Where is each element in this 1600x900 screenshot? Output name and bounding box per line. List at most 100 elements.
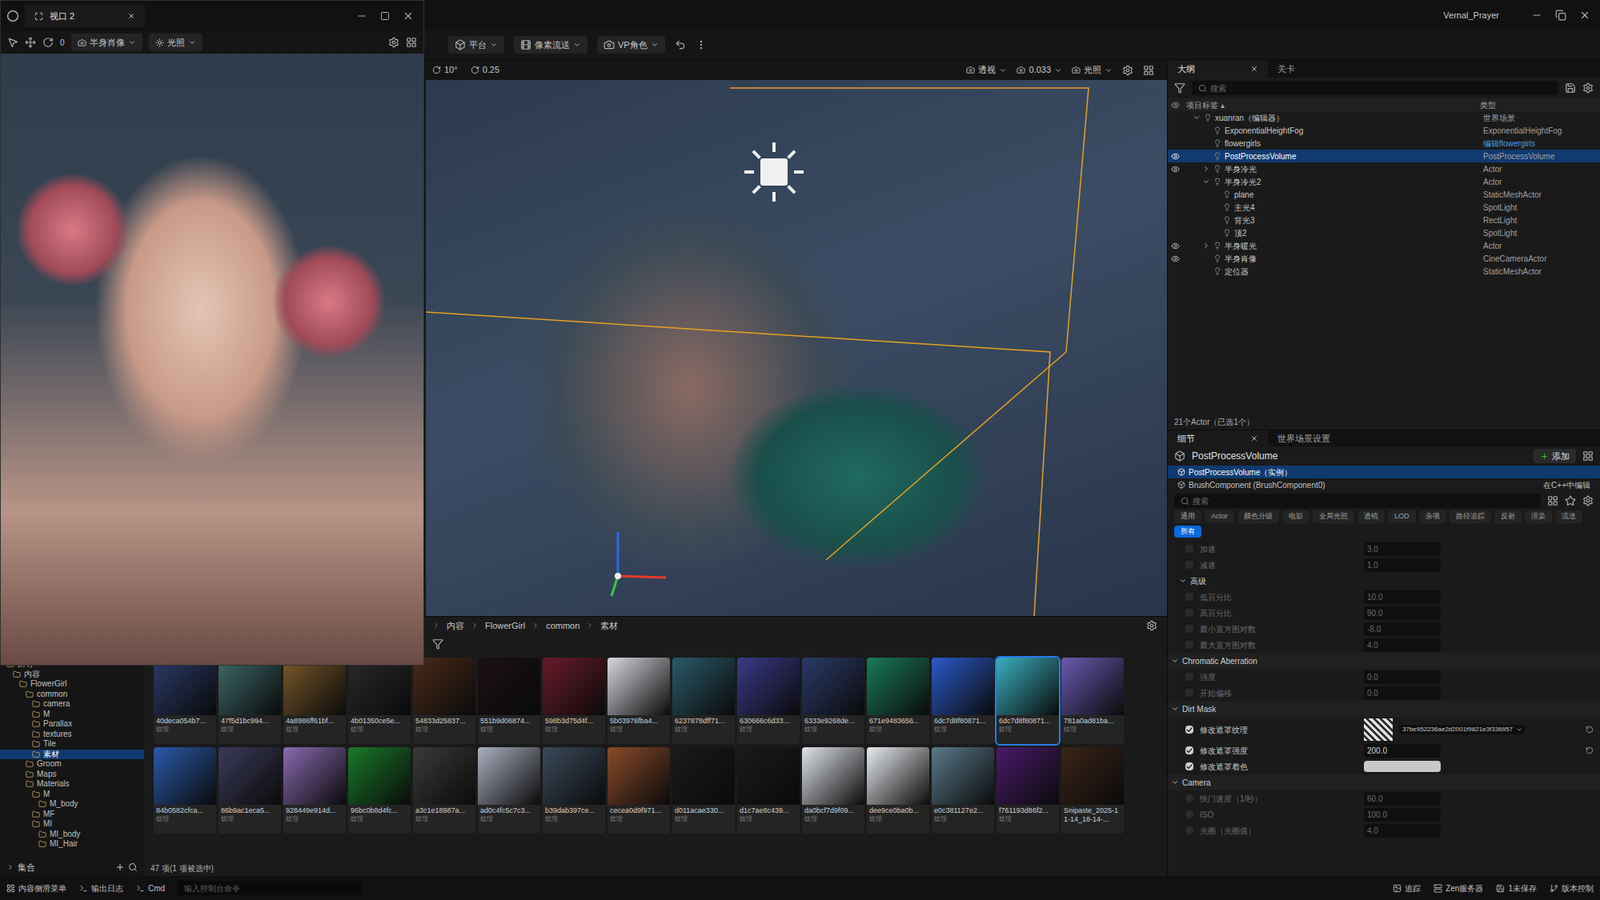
property-value[interactable]: 60.0 [1363, 792, 1441, 807]
panel-tab[interactable]: 关卡 [1267, 60, 1305, 78]
add-icon[interactable] [115, 862, 125, 873]
filter-icon[interactable] [432, 638, 444, 650]
asset-tile[interactable]: cecea0d9f971...纹理 [607, 747, 670, 835]
settings-icon[interactable] [1582, 82, 1594, 94]
filter-tab[interactable]: 渲染 [1524, 510, 1552, 524]
layout-icon[interactable] [405, 36, 418, 49]
folder-item[interactable]: MI_Hair [0, 839, 145, 851]
asset-tile[interactable]: 86b9ac1eca5...纹理 [218, 747, 281, 835]
panel-tab[interactable]: 世界场景设置 [1267, 430, 1340, 447]
filter-tab[interactable]: 流送 [1555, 510, 1583, 524]
status-button[interactable]: 追踪 [1392, 882, 1421, 895]
asset-tile[interactable]: 598b3d75d4f...纹理 [542, 657, 606, 745]
outliner-row[interactable]: 定位器StaticMeshActor [1167, 264, 1600, 278]
component-row[interactable]: BrushComponent (BrushComponent0)在C++中编辑 [1167, 478, 1600, 492]
panel-tab[interactable]: 细节 [1167, 430, 1268, 447]
override-checkbox[interactable] [1185, 794, 1194, 803]
asset-tile[interactable]: d011acae330...纹理 [672, 747, 735, 835]
property-value[interactable]: 0.0 [1363, 686, 1441, 701]
visibility-icon[interactable] [1170, 164, 1180, 174]
toolbar-button[interactable]: 平台 [448, 36, 505, 55]
breadcrumb-item[interactable]: FlowerGirl [485, 619, 526, 634]
filter-tab[interactable]: 反射 [1494, 510, 1522, 524]
layout-icon[interactable] [1142, 64, 1155, 77]
folder-item[interactable]: Groom [0, 759, 145, 770]
property-value[interactable]: 200.0 [1363, 744, 1441, 758]
component-row[interactable]: PostProcessVolume（实例） [1167, 465, 1600, 479]
override-checkbox[interactable] [1185, 609, 1194, 618]
filter-tab[interactable]: 颜色分级 [1237, 510, 1280, 524]
outliner-row[interactable]: 顶2SpotLight [1167, 226, 1600, 240]
asset-tile[interactable]: 6dc7d8f80871...纹理 [996, 657, 1059, 745]
folder-item[interactable]: 素材 [0, 749, 145, 761]
property-value[interactable]: 3.0 [1363, 542, 1441, 557]
color-swatch[interactable] [1363, 761, 1441, 773]
view-option[interactable]: 0.033 [1016, 63, 1063, 77]
rotate-icon[interactable] [42, 36, 54, 49]
details-search[interactable]: 搜索 [1174, 493, 1541, 509]
outliner-search[interactable]: 搜索 [1191, 80, 1559, 96]
asset-tile[interactable]: 671e9483656...纹理 [866, 657, 930, 745]
snap-setting[interactable]: 0.25 [470, 63, 500, 77]
console-input[interactable]: 输入控制台命令 [177, 881, 362, 896]
expanded-icon[interactable] [1192, 113, 1201, 122]
folder-item[interactable]: M_body [0, 799, 145, 811]
asset-tile[interactable]: 4a8986ff61bf...纹理 [283, 657, 346, 745]
favorite-icon[interactable] [1564, 495, 1576, 507]
status-button[interactable]: 1未保存 [1495, 882, 1537, 895]
asset-tile[interactable]: ad0c4fc5c7c3...纹理 [477, 747, 541, 835]
folder-item[interactable]: Tile [0, 739, 145, 750]
settings-icon[interactable] [1146, 620, 1158, 632]
panel-tab[interactable]: 大纲 [1167, 60, 1268, 78]
property-value[interactable]: 1.0 [1363, 558, 1441, 573]
more-icon[interactable] [695, 39, 707, 51]
viewport-tab[interactable]: 视口 2 [24, 4, 145, 28]
settings-icon[interactable] [1582, 495, 1594, 507]
filter-tab[interactable]: 通用 [1174, 510, 1202, 524]
save-icon[interactable] [1564, 82, 1576, 94]
folder-item[interactable]: textures [0, 729, 145, 741]
undo-icon[interactable] [674, 39, 686, 51]
outliner-row[interactable]: 半身肖像CineCameraActor [1167, 252, 1600, 265]
override-checkbox[interactable] [1185, 625, 1194, 634]
asset-tile[interactable]: 928449e914d...纹理 [283, 747, 346, 835]
folder-item[interactable]: Parallax [0, 719, 145, 730]
filter-tab[interactable]: LOD [1387, 510, 1416, 524]
override-checkbox[interactable] [1185, 545, 1194, 554]
breadcrumb-item[interactable]: 内容 [446, 619, 465, 634]
folder-item[interactable]: M [0, 709, 145, 721]
minimize-icon[interactable] [356, 10, 368, 22]
outliner-row[interactable]: flowergirls编辑flowergirls [1167, 136, 1600, 150]
asset-tile[interactable]: e0c381127e2...纹理 [931, 747, 995, 835]
property-value[interactable]: -8.0 [1363, 622, 1441, 637]
folder-item[interactable]: Materials [0, 779, 145, 790]
override-checkbox[interactable] [1185, 641, 1194, 650]
outliner-row[interactable]: 半身冷光Actor [1167, 162, 1600, 176]
folder-item[interactable]: MI_body [0, 830, 145, 841]
asset-tile[interactable]: b39dab397ce...纹理 [542, 747, 606, 835]
folder-item[interactable]: common [0, 689, 145, 701]
asset-tile[interactable]: da0bcf7d9f09...纹理 [802, 747, 865, 835]
property-value[interactable]: 10.0 [1363, 590, 1441, 605]
asset-tile[interactable]: 6237878dff71...纹理 [672, 657, 735, 745]
toolbar-button[interactable]: 半身肖像 [71, 33, 143, 53]
asset-tile[interactable]: 54833d25837...纹理 [413, 657, 476, 745]
override-checkbox[interactable] [1185, 762, 1194, 771]
close-tab-icon[interactable] [127, 12, 136, 21]
view-option[interactable]: 透视 [966, 63, 1007, 77]
asset-tile[interactable]: 84b0582cfca...纹理 [153, 747, 217, 835]
folder-item[interactable]: MF [0, 810, 145, 821]
override-checkbox[interactable] [1185, 673, 1194, 682]
visibility-icon[interactable] [1170, 241, 1180, 251]
folder-item[interactable]: MI [0, 819, 145, 831]
move-icon[interactable] [24, 36, 37, 49]
override-checkbox[interactable] [1185, 593, 1194, 602]
light-sun-icon[interactable] [737, 136, 811, 209]
toolbar-button[interactable]: 像素流送 [513, 36, 588, 55]
search-icon[interactable] [128, 862, 138, 873]
asset-tile[interactable]: 6dc7d8f80871...纹理 [931, 657, 995, 745]
property-section[interactable]: Camera [1167, 774, 1600, 791]
asset-tile[interactable]: Snipaste_2025-11-14_18-14-... [1061, 747, 1124, 835]
snap-setting[interactable]: 10° [432, 63, 458, 77]
status-button[interactable]: 输出日志 [79, 882, 124, 895]
